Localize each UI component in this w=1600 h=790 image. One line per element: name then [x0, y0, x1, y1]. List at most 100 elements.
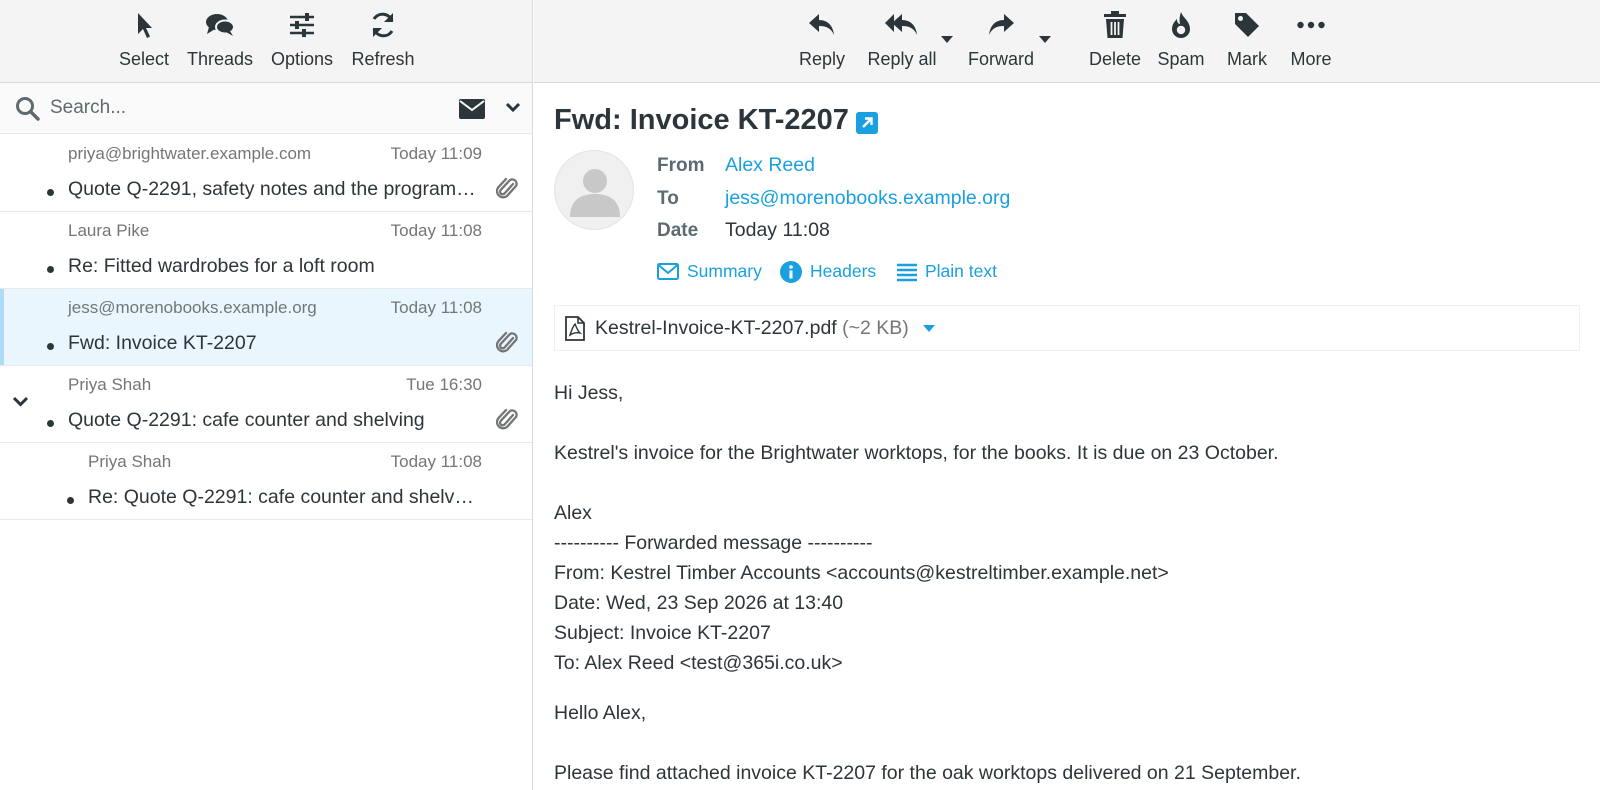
headers-link[interactable]: Headers [780, 260, 880, 284]
forward-dropdown-icon[interactable] [1039, 36, 1051, 43]
avatar [554, 150, 634, 230]
select-label: Select [118, 49, 170, 69]
message-sender: Laura Pike [68, 221, 150, 240]
chevron-down-icon[interactable] [12, 396, 29, 408]
unread-dot [47, 420, 54, 427]
message-sender: priya@brightwater.example.com [68, 144, 312, 163]
list-toolbar: Select Threads Options Refresh [0, 0, 532, 83]
body-line: Subject: Invoice KT-2207 [554, 622, 771, 644]
comments-icon [206, 14, 235, 36]
message-date: Today 11:08 [390, 452, 482, 471]
options-label: Options [270, 49, 334, 69]
attachment-item[interactable]: Kestrel-Invoice-KT-2207.pdf (~2 KB) [554, 305, 1580, 351]
reply-all-dropdown-icon[interactable] [941, 36, 953, 43]
message-subject: Fwd: Invoice KT-2207 [68, 332, 257, 354]
options-button[interactable]: Options [270, 10, 334, 70]
unread-dot [47, 266, 54, 273]
body-line: Please find attached invoice KT-2207 for… [554, 762, 1301, 784]
message-list: priya@brightwater.example.com Today 11:0… [0, 135, 532, 520]
cursor-icon [138, 13, 152, 38]
trash-icon [1104, 11, 1126, 38]
attachment-size: (~2 KB) [842, 317, 909, 339]
from-link[interactable]: Alex Reed [725, 154, 815, 177]
more-button[interactable]: More [1286, 10, 1336, 70]
reply-all-icon [885, 14, 917, 35]
message-row-selected[interactable]: jess@morenobooks.example.org Today 11:08… [0, 289, 532, 366]
more-icon [1297, 21, 1325, 29]
reply-icon [809, 14, 834, 35]
message-sender: jess@morenobooks.example.org [68, 298, 317, 317]
summary-label: Summary [687, 261, 762, 281]
date-value: Today 11:08 [725, 219, 830, 241]
paperclip-icon [496, 408, 518, 430]
refresh-button[interactable]: Refresh [351, 10, 415, 70]
search-bar [0, 83, 532, 134]
message-list-pane: Select Threads Options Refresh priya@bri… [0, 0, 533, 790]
message-date: Today 11:08 [390, 221, 482, 240]
body-line: Hi Jess, [554, 382, 624, 404]
message-subject: Re: Fitted wardrobes for a loft room [68, 255, 375, 277]
unread-dot [47, 343, 54, 350]
refresh-label: Refresh [351, 49, 415, 69]
to-link[interactable]: jess@morenobooks.example.org [725, 187, 1010, 210]
threads-button[interactable]: Threads [186, 10, 254, 70]
message-sender: Priya Shah [68, 375, 152, 394]
date-label: Date [657, 220, 699, 241]
external-link-icon[interactable] [856, 112, 878, 134]
forward-button[interactable]: Forward [967, 10, 1035, 70]
search-input[interactable] [50, 93, 440, 123]
message-date: Today 11:08 [390, 298, 482, 317]
reply-all-label: Reply all [867, 49, 937, 69]
to-label: To [657, 188, 679, 209]
fire-icon [1172, 12, 1190, 38]
user-icon [570, 169, 620, 217]
message-date: Tue 16:30 [406, 375, 482, 394]
mark-button[interactable]: Mark [1222, 10, 1272, 70]
pdf-file-icon [565, 316, 585, 341]
plain-text-label: Plain text [925, 261, 997, 281]
delete-label: Delete [1088, 49, 1142, 69]
message-subject: Quote Q-2291: cafe counter and shelving [68, 409, 425, 431]
lines-icon [897, 263, 917, 282]
unread-dot [47, 189, 54, 196]
reply-all-button[interactable]: Reply all [866, 10, 938, 70]
body-line: From: Kestrel Timber Accounts <accounts@… [554, 562, 1169, 584]
message-row[interactable]: priya@brightwater.example.com Today 11:0… [0, 135, 532, 212]
message-row[interactable]: Laura Pike Today 11:08 Re: Fitted wardro… [0, 212, 532, 289]
message-subject: Re: Quote Q-2291: cafe counter and shelv… [88, 486, 478, 508]
delete-button[interactable]: Delete [1085, 10, 1145, 70]
message-subject: Quote Q-2291, safety notes and the progr… [68, 178, 478, 200]
spam-button[interactable]: Spam [1154, 10, 1208, 70]
tag-icon [1235, 13, 1259, 37]
attachment-filename-line: Kestrel-Invoice-KT-2207.pdf (~2 KB) [595, 317, 909, 340]
threads-label: Threads [186, 49, 254, 69]
body-line: Date: Wed, 23 Sep 2026 at 13:40 [554, 592, 844, 614]
envelope-outline-icon [657, 263, 679, 280]
message-row-child[interactable]: Priya Shah Today 11:08 Re: Quote Q-2291:… [0, 443, 532, 520]
attachment-menu-icon[interactable] [923, 325, 935, 332]
chevron-down-icon[interactable] [505, 102, 521, 114]
message-subject-heading: Fwd: Invoice KT-2207 [554, 104, 849, 136]
message-view-pane: Reply Reply all Forward Delete Spam Mark… [534, 0, 1600, 790]
body-line: Hello Alex, [554, 702, 647, 724]
headers-label: Headers [810, 261, 877, 281]
body-line: Alex [554, 502, 592, 524]
attachment-filename: Kestrel-Invoice-KT-2207.pdf [595, 317, 837, 339]
plain-text-link[interactable]: Plain text [896, 260, 1006, 284]
forward-icon [989, 14, 1014, 35]
envelope-icon[interactable] [459, 99, 485, 119]
message-sender: Priya Shah [88, 452, 172, 471]
message-row-thread[interactable]: Priya Shah Tue 16:30 Quote Q-2291: cafe … [0, 366, 532, 443]
paperclip-icon [496, 177, 518, 199]
message-date: Today 11:09 [390, 144, 482, 163]
mark-label: Mark [1227, 49, 1267, 69]
refresh-icon [372, 12, 394, 38]
summary-link[interactable]: Summary [657, 260, 767, 284]
paperclip-icon [496, 331, 518, 353]
more-label: More [1290, 49, 1332, 69]
select-button[interactable]: Select [118, 10, 170, 70]
forward-label: Forward [967, 49, 1034, 69]
reply-button[interactable]: Reply [797, 10, 847, 70]
message-toolbar: Reply Reply all Forward Delete Spam Mark… [534, 0, 1600, 83]
unread-dot [67, 497, 74, 504]
